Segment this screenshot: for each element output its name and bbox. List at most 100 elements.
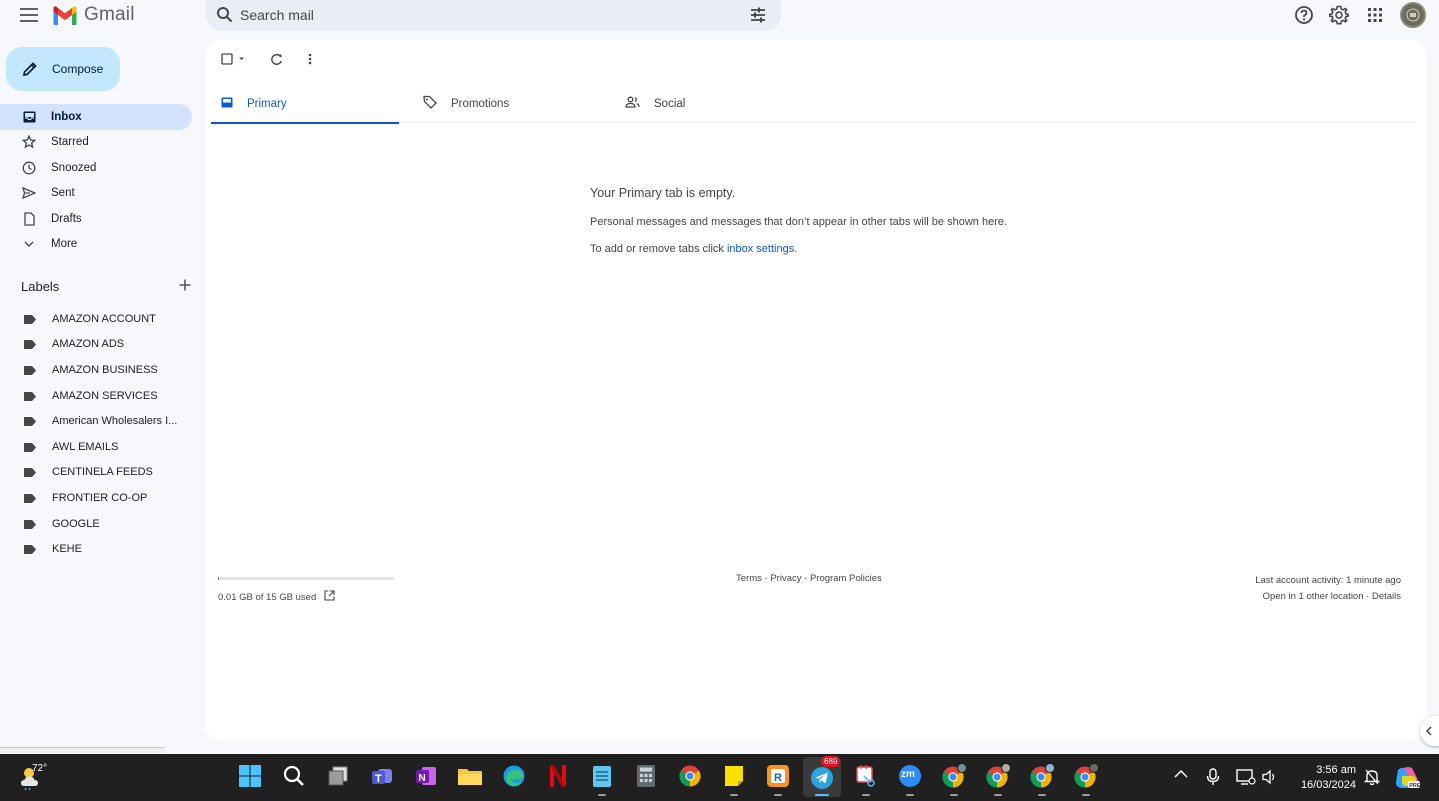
chrome-profile-2-icon[interactable]	[984, 762, 1012, 796]
running-indicator	[730, 794, 738, 796]
chrome-profile-1-icon[interactable]	[940, 762, 968, 796]
label-tag-icon	[24, 417, 36, 427]
side-panel-toggle[interactable]	[1420, 716, 1439, 746]
details-link[interactable]: Details	[1372, 591, 1401, 602]
clock-date: 16/03/2024	[1300, 779, 1356, 791]
snipping-tool-icon[interactable]	[852, 762, 880, 796]
terms-link[interactable]: Terms	[736, 573, 762, 584]
open-external-icon[interactable]	[324, 590, 335, 604]
sticky-notes-icon[interactable]	[720, 762, 748, 796]
notepad-icon[interactable]	[588, 762, 616, 796]
draft-icon	[22, 212, 36, 226]
telegram-icon[interactable]: 689	[803, 756, 841, 797]
last-activity-text: Last account activity: 1 minute ago	[1255, 575, 1401, 586]
calculator-icon[interactable]	[632, 762, 660, 790]
sidebar-item-label: Drafts	[51, 212, 82, 225]
main-menu-icon[interactable]	[18, 5, 40, 25]
sidebar-item-snoozed[interactable]: Snoozed	[0, 155, 192, 181]
more-options-icon[interactable]	[293, 52, 327, 66]
taskbar-search-icon[interactable]	[280, 762, 308, 790]
apps-grid-icon[interactable]	[1364, 4, 1386, 26]
search-options-icon[interactable]	[749, 6, 767, 29]
tab-label: Promotions	[451, 97, 510, 110]
remote-app-icon[interactable]: R	[764, 762, 792, 796]
select-all-checkbox[interactable]	[219, 52, 249, 66]
label-item[interactable]: GOOGLE	[0, 511, 192, 537]
label-item[interactable]: AMAZON BUSINESS	[0, 357, 192, 383]
sidebar-item-inbox[interactable]: Inbox	[0, 104, 192, 130]
show-hidden-icons-chevron-up-icon[interactable]	[1174, 769, 1188, 782]
label-item[interactable]: CENTINELA FEEDS	[0, 460, 192, 486]
label-item[interactable]: FRONTIER CO-OP	[0, 485, 192, 511]
empty-state-settings-hint: To add or remove tabs click inbox settin…	[590, 243, 1007, 255]
running-indicator	[1082, 794, 1090, 796]
running-indicator	[598, 794, 606, 796]
tab-social[interactable]: Social	[615, 84, 817, 123]
footer-links: Terms · Privacy · Program Policies	[736, 573, 882, 584]
label-item[interactable]: American Wholesalers I...	[0, 408, 192, 434]
refresh-icon[interactable]	[259, 52, 293, 66]
system-clock[interactable]: 3:56 am 16/03/2024	[1294, 763, 1356, 793]
label-item[interactable]: KEHE	[0, 536, 192, 562]
search-input[interactable]	[240, 5, 720, 25]
chrome-icon[interactable]	[676, 762, 704, 790]
top-bar: Gmail	[0, 0, 1439, 32]
label-item[interactable]: AMAZON SERVICES	[0, 383, 192, 409]
mail-toolbar	[219, 52, 327, 66]
netflix-icon[interactable]	[544, 762, 572, 790]
task-view-icon[interactable]	[324, 762, 352, 790]
add-label-plus-icon[interactable]	[179, 279, 191, 294]
compose-button[interactable]: Compose	[6, 47, 120, 91]
label-item[interactable]: AMAZON ACCOUNT	[0, 306, 192, 332]
label-tag-icon	[24, 519, 36, 529]
storage-meter: 0.01 GB of 15 GB used	[218, 577, 394, 604]
svg-text:PRE: PRE	[1409, 783, 1421, 789]
open-in-text: Open in 1 other location	[1262, 591, 1364, 602]
settings-gear-icon[interactable]	[1328, 4, 1350, 26]
sidebar-item-sent[interactable]: Sent	[0, 181, 192, 207]
other-location-line: Open in 1 other location · Details	[1255, 589, 1401, 605]
labels-header: Labels	[21, 279, 191, 294]
edge-browser-icon[interactable]	[500, 762, 528, 790]
copilot-icon[interactable]: PRE	[1394, 766, 1422, 793]
zoom-icon[interactable]: zm	[896, 762, 924, 796]
network-icon[interactable]	[1236, 768, 1256, 789]
program-policies-link[interactable]: Program Policies	[810, 573, 882, 584]
volume-icon[interactable]	[1262, 769, 1278, 788]
inbox-settings-link[interactable]: inbox settings	[727, 243, 794, 255]
account-avatar[interactable]	[1400, 2, 1426, 28]
windows-taskbar: 72° T N R 689 zm 3:56 am 16/03/2024 PRE	[0, 754, 1439, 801]
chrome-profile-3-icon[interactable]	[1028, 762, 1056, 796]
file-explorer-icon[interactable]	[456, 762, 484, 790]
gmail-logo[interactable]: Gmail	[52, 4, 135, 26]
active-indicator	[815, 794, 829, 796]
privacy-link[interactable]: Privacy	[770, 573, 801, 584]
tab-label: Primary	[247, 97, 287, 110]
label-item[interactable]: AWL EMAILS	[0, 434, 192, 460]
label-name: American Wholesalers I...	[52, 415, 178, 428]
sidebar-item-more[interactable]: More	[0, 232, 192, 258]
sidebar-item-starred[interactable]: Starred	[0, 130, 192, 156]
start-windows-icon[interactable]	[236, 762, 264, 790]
label-name: KEHE	[52, 543, 82, 556]
search-bar[interactable]	[206, 0, 781, 31]
notifications-bell-icon[interactable]	[1363, 768, 1381, 789]
tab-primary[interactable]: Primary	[211, 84, 413, 124]
label-tag-icon	[24, 442, 36, 452]
label-item[interactable]: AMAZON ADS	[0, 332, 192, 358]
onenote-icon[interactable]: N	[412, 762, 440, 790]
chrome-profile-4-icon[interactable]	[1072, 762, 1100, 796]
sidebar-scrollbar[interactable]	[0, 747, 165, 753]
label-tag-icon	[24, 340, 36, 350]
sidebar-item-drafts[interactable]: Drafts	[0, 206, 192, 232]
storage-bar	[218, 577, 394, 580]
tab-promotions[interactable]: Promotions	[413, 84, 615, 123]
search-icon[interactable]	[216, 6, 234, 29]
label-tag-icon	[24, 468, 36, 478]
label-name: AWL EMAILS	[52, 440, 119, 453]
label-name: GOOGLE	[52, 517, 100, 530]
sidebar-item-label: Starred	[51, 136, 89, 149]
teams-icon[interactable]: T	[368, 762, 396, 790]
microphone-icon[interactable]	[1206, 768, 1220, 789]
help-icon[interactable]	[1293, 4, 1315, 26]
